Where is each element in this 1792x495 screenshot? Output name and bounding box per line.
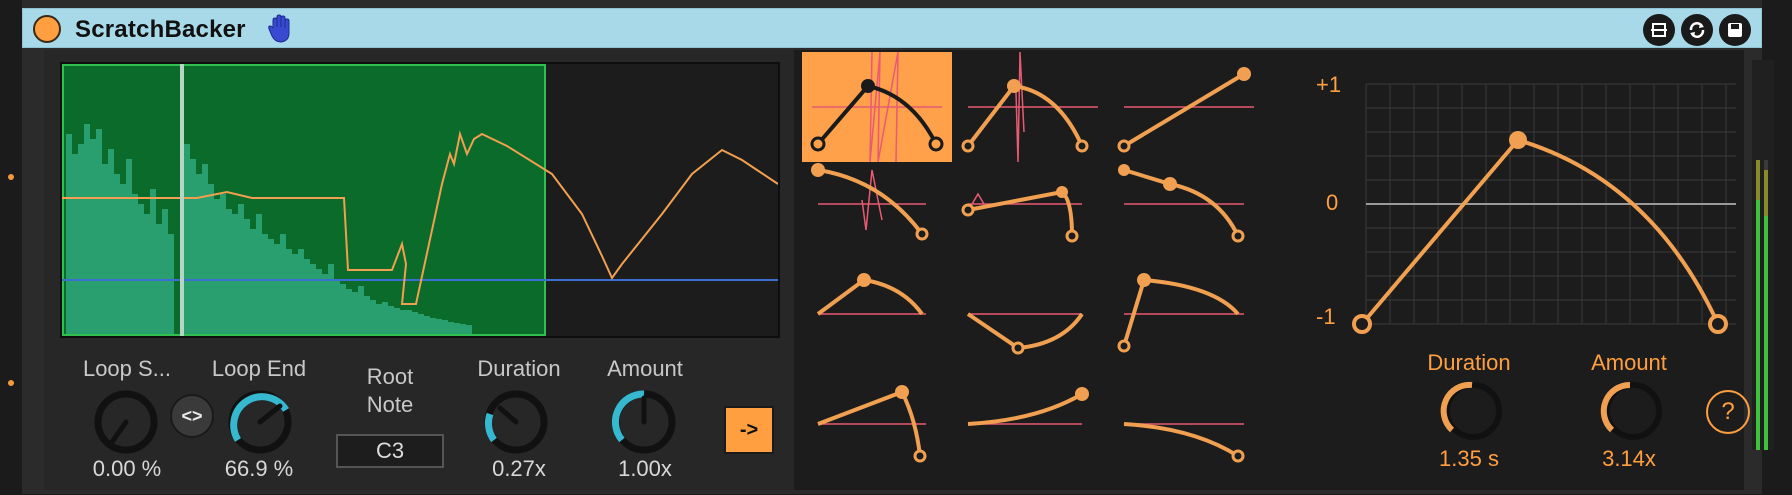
unfold-icon <box>1651 23 1667 37</box>
curve-editor: +1 0 -1 Duration 1.35 s Amount 3.14x ? <box>1314 50 1750 490</box>
refresh-button[interactable] <box>1681 14 1713 46</box>
loop-start-knob[interactable] <box>90 386 162 458</box>
unfold-button[interactable] <box>1643 14 1675 46</box>
waveform-graph <box>62 124 778 334</box>
curve-preset[interactable] <box>802 380 952 490</box>
curve-graph[interactable] <box>1352 70 1742 340</box>
curve-amount-value: 3.14x <box>1602 446 1656 471</box>
curve-preset[interactable] <box>1114 380 1264 490</box>
curve-duration-value: 1.35 s <box>1439 446 1499 471</box>
curve-preset[interactable] <box>958 51 1108 163</box>
refresh-icon <box>1689 22 1705 38</box>
start-handle[interactable] <box>1352 314 1372 334</box>
curve-preset[interactable] <box>802 51 952 163</box>
meter-peak-left <box>1756 160 1760 200</box>
y-max-label: +1 <box>1316 72 1342 97</box>
apply-curve-button[interactable]: -> <box>724 406 774 454</box>
title-bar: ScratchBacker <box>22 8 1762 48</box>
strip-indicator-dot <box>8 380 14 386</box>
save-button[interactable] <box>1719 14 1751 46</box>
meter-level-left <box>1756 200 1760 450</box>
curve-duration-knob[interactable] <box>1438 376 1508 446</box>
device-title: ScratchBacker <box>75 16 246 43</box>
peak-handle[interactable] <box>1509 131 1527 149</box>
waveform-display[interactable] <box>60 62 780 338</box>
device: ScratchBacker Loop S... 0.00 % <> Loop E… <box>22 0 1762 494</box>
curve-preset[interactable] <box>802 160 952 270</box>
meter-level-right <box>1764 216 1768 450</box>
duration-label: Duration <box>477 356 561 381</box>
swap-loop-button[interactable]: <> <box>170 394 214 438</box>
y-min-label: -1 <box>1316 304 1336 329</box>
envelope-curve <box>1360 137 1720 326</box>
power-button[interactable] <box>33 15 61 43</box>
waveform-bars <box>66 124 472 334</box>
strip-indicator-dot <box>8 174 14 180</box>
curve-preset[interactable] <box>1114 270 1264 380</box>
root-note-field[interactable]: C3 <box>336 434 444 468</box>
save-icon <box>1728 23 1742 37</box>
loop-end-value: 66.9 % <box>224 456 294 481</box>
loop-end-label: Loop End <box>211 356 307 381</box>
duration-knob[interactable] <box>480 386 552 458</box>
output-meter <box>1752 60 1774 450</box>
curve-preset[interactable] <box>958 270 1108 380</box>
main-panel: Loop S... 0.00 % <> Loop End 66.9 % Root… <box>44 50 1750 490</box>
curve-preset-grid <box>794 50 1314 490</box>
loop-start-label: Loop S... <box>82 356 172 381</box>
duration-value: 0.27x <box>492 456 546 481</box>
curve-duration-label: Duration <box>1427 350 1511 375</box>
loop-start-value: 0.00 % <box>92 456 162 481</box>
curve-preset[interactable] <box>802 270 952 380</box>
curve-preset[interactable] <box>1114 160 1264 270</box>
playhead[interactable] <box>180 64 184 336</box>
root-note-label-line2: Note <box>366 392 414 417</box>
curve-preset[interactable] <box>1114 52 1264 162</box>
end-handle[interactable] <box>1708 314 1728 334</box>
help-button[interactable]: ? <box>1706 390 1750 434</box>
root-note-label-line1: Root <box>366 364 414 389</box>
curve-preset[interactable] <box>958 380 1108 490</box>
curve-amount-label: Amount <box>1591 350 1667 375</box>
hand-icon[interactable] <box>267 14 295 44</box>
y-zero-label: 0 <box>1326 190 1339 215</box>
amount-knob[interactable] <box>608 386 680 458</box>
loop-end-knob[interactable] <box>224 386 296 458</box>
curve-amount-knob[interactable] <box>1598 376 1668 446</box>
amount-value: 1.00x <box>618 456 672 481</box>
left-edge-strip <box>0 110 16 386</box>
amount-label: Amount <box>607 356 683 381</box>
meter-peak-right <box>1764 170 1768 216</box>
curve-preset[interactable] <box>958 160 1108 270</box>
